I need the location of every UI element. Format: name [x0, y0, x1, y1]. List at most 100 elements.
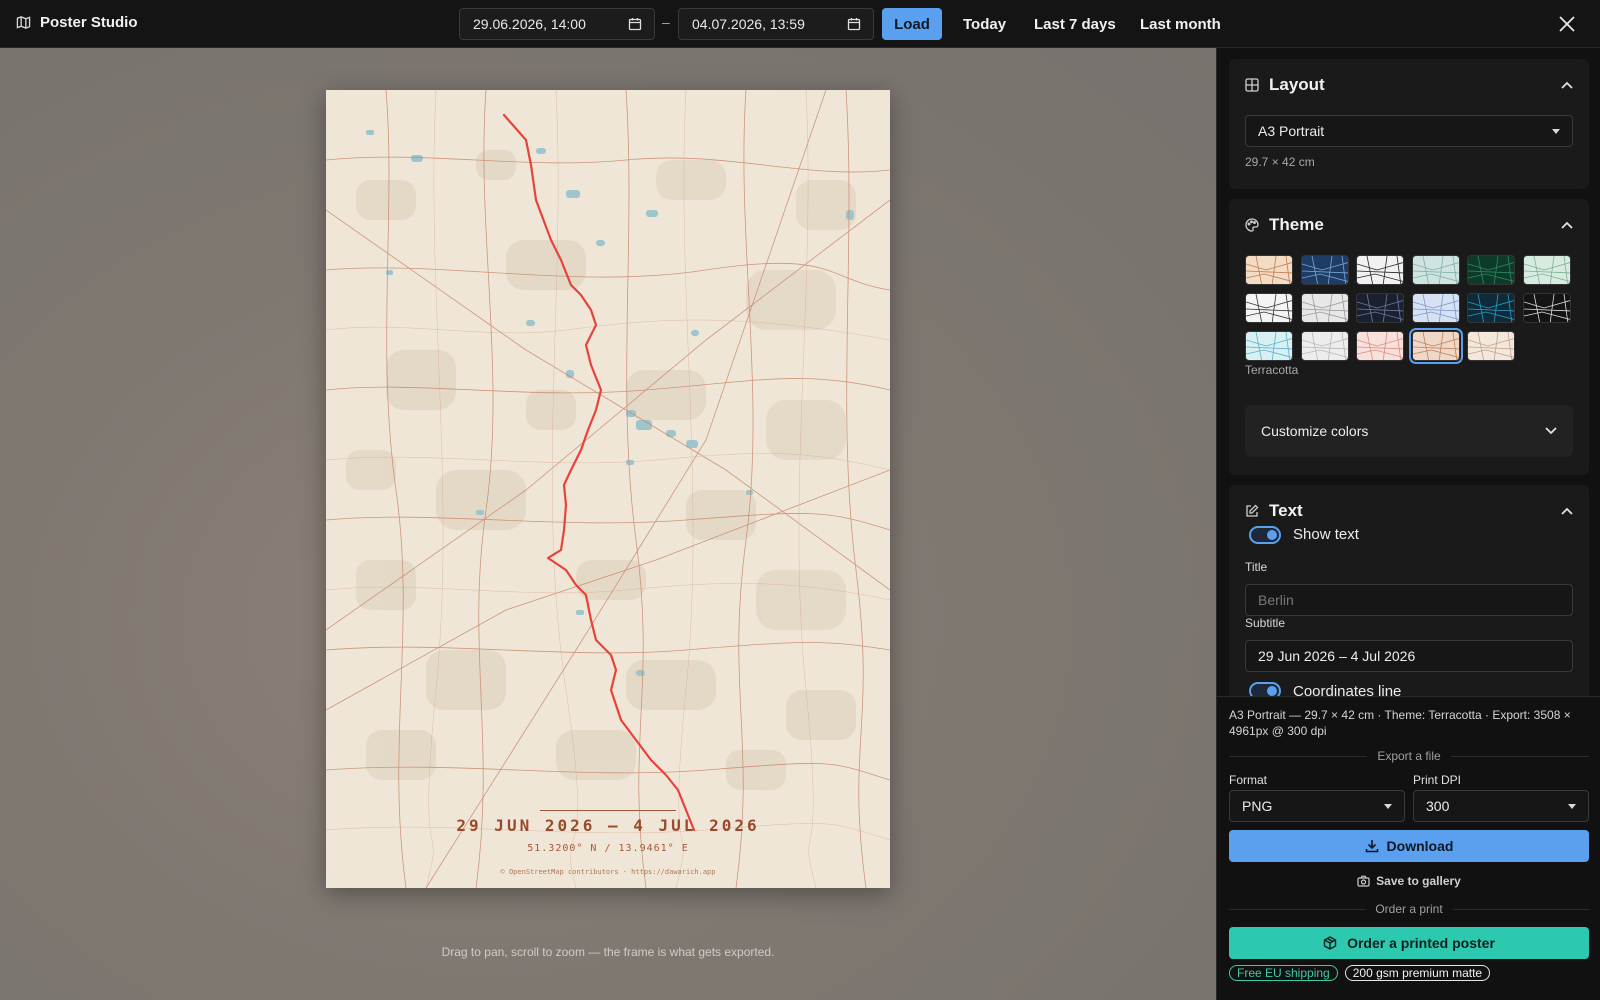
swatch-pattern	[1412, 294, 1459, 322]
camera-icon	[1357, 875, 1370, 887]
order-printed-poster-button[interactable]: Order a printed poster	[1229, 927, 1589, 959]
map-preview	[326, 90, 890, 888]
print-dpi-value: 300	[1426, 798, 1450, 814]
map-icon	[16, 16, 31, 29]
poster-date-line: 29 JUN 2026 – 4 JUL 2026	[456, 816, 760, 835]
swatch-pattern	[1523, 294, 1570, 322]
theme-swatch[interactable]	[1467, 255, 1515, 285]
show-text-toggle[interactable]	[1249, 526, 1281, 544]
chevron-up-icon[interactable]	[1561, 507, 1573, 515]
download-label: Download	[1386, 838, 1454, 854]
title-input[interactable]: Berlin	[1245, 584, 1573, 616]
chevron-up-icon[interactable]	[1561, 221, 1573, 229]
order-printed-poster-label: Order a printed poster	[1347, 935, 1495, 951]
text-panel: Text Show text Title Berlin Subtitle 29 …	[1229, 485, 1589, 696]
print-dpi-select[interactable]: 300	[1413, 790, 1589, 822]
free-shipping-badge: Free EU shipping	[1229, 965, 1338, 981]
paper-quality-badge: 200 gsm premium matte	[1344, 965, 1491, 981]
layout-icon	[1245, 78, 1259, 92]
swatch-pattern	[1357, 294, 1403, 322]
theme-swatch[interactable]	[1300, 293, 1349, 323]
palette-icon	[1245, 218, 1259, 232]
theme-swatch[interactable]	[1356, 255, 1404, 285]
end-date-input[interactable]: 04.07.2026, 13:59	[678, 8, 874, 40]
theme-swatch[interactable]	[1245, 255, 1293, 285]
save-to-gallery-label: Save to gallery	[1376, 874, 1461, 888]
theme-swatch[interactable]	[1356, 331, 1404, 361]
swatch-pattern	[1523, 256, 1570, 284]
theme-swatch[interactable]	[1411, 293, 1460, 323]
layout-select[interactable]: A3 Portrait	[1245, 115, 1573, 147]
swatch-pattern	[1301, 256, 1348, 284]
theme-panel: Theme Terracotta Customize colors	[1229, 199, 1589, 475]
poster-coords-line: 51.3200° N / 13.9461° E	[527, 843, 689, 854]
theme-swatch[interactable]	[1522, 255, 1571, 285]
text-panel-header[interactable]: Text	[1245, 501, 1303, 521]
swatch-pattern	[1412, 256, 1459, 284]
save-to-gallery-button[interactable]: Save to gallery	[1217, 874, 1600, 888]
export-summary: A3 Portrait — 29.7 × 42 cm · Theme: Terr…	[1229, 708, 1571, 738]
layout-dimensions: 29.7 × 42 cm	[1245, 155, 1315, 169]
order-print-section: Order a print	[1229, 902, 1590, 916]
load-button[interactable]: Load	[882, 8, 942, 40]
coordinates-line-toggle[interactable]	[1249, 682, 1281, 696]
theme-panel-header[interactable]: Theme	[1245, 215, 1324, 235]
subtitle-label: Subtitle	[1245, 616, 1286, 630]
order-badges: Free EU shipping 200 gsm premium matte	[1229, 965, 1491, 981]
swatch-pattern	[1468, 294, 1514, 322]
package-icon	[1323, 936, 1337, 950]
swatch-pattern	[1301, 332, 1348, 360]
chevron-up-icon[interactable]	[1561, 81, 1573, 89]
download-button[interactable]: Download	[1229, 830, 1589, 862]
theme-swatch[interactable]	[1300, 255, 1349, 285]
theme-swatch[interactable]	[1411, 255, 1460, 285]
subtitle-input[interactable]: 29 Jun 2026 – 4 Jul 2026	[1245, 640, 1573, 672]
last-7-days-button[interactable]: Last 7 days	[1034, 8, 1116, 40]
customize-colors-toggle[interactable]: Customize colors	[1245, 405, 1573, 457]
format-label: Format	[1229, 773, 1268, 787]
today-button[interactable]: Today	[963, 8, 1006, 40]
print-dpi-label: Print DPI	[1413, 773, 1462, 787]
layout-panel-header[interactable]: Layout	[1245, 75, 1325, 95]
theme-swatch[interactable]	[1408, 328, 1463, 364]
last-month-button[interactable]: Last month	[1140, 8, 1221, 40]
calendar-icon[interactable]	[628, 17, 642, 31]
theme-swatch[interactable]	[1522, 293, 1571, 323]
date-separator: –	[662, 14, 670, 30]
theme-swatch[interactable]	[1245, 293, 1293, 323]
layout-select-value: A3 Portrait	[1258, 123, 1325, 139]
caret-down-icon	[1384, 803, 1392, 809]
swatch-pattern	[1301, 294, 1348, 322]
calendar-icon[interactable]	[847, 17, 861, 31]
theme-swatch[interactable]	[1467, 331, 1515, 361]
sidebar-scroll-area[interactable]: Layout A3 Portrait 29.7 × 42 cm Theme Te…	[1217, 48, 1600, 696]
export-file-section: Export a file	[1229, 749, 1589, 763]
layout-panel-title: Layout	[1269, 75, 1325, 94]
poster-canvas[interactable]: 29 JUN 2026 – 4 JUL 2026 51.3200° N / 13…	[0, 48, 1216, 1000]
theme-swatch[interactable]	[1467, 293, 1515, 323]
swatch-pattern	[1357, 256, 1403, 284]
theme-swatch[interactable]	[1245, 331, 1293, 361]
export-panel: A3 Portrait — 29.7 × 42 cm · Theme: Terr…	[1217, 696, 1600, 1000]
format-select[interactable]: PNG	[1229, 790, 1405, 822]
caret-down-icon	[1552, 128, 1560, 134]
export-file-heading: Export a file	[1377, 749, 1441, 763]
swatch-pattern	[1468, 332, 1514, 360]
theme-swatch[interactable]	[1356, 293, 1404, 323]
format-value: PNG	[1242, 798, 1273, 814]
canvas-hint: Drag to pan, scroll to zoom — the frame …	[441, 945, 775, 959]
theme-swatch[interactable]	[1300, 331, 1349, 361]
show-text-label: Show text	[1293, 526, 1359, 543]
poster-frame[interactable]: 29 JUN 2026 – 4 JUL 2026 51.3200° N / 13…	[326, 90, 890, 888]
start-date-value: 29.06.2026, 14:00	[473, 16, 586, 32]
theme-panel-title: Theme	[1269, 215, 1324, 234]
swatch-pattern	[1246, 332, 1292, 360]
toggle-knob	[1267, 530, 1277, 540]
close-icon[interactable]	[1556, 13, 1578, 35]
swatch-pattern	[1357, 332, 1403, 360]
swatch-pattern	[1246, 256, 1292, 284]
toggle-knob	[1267, 686, 1277, 696]
start-date-input[interactable]: 29.06.2026, 14:00	[459, 8, 655, 40]
route-line	[502, 113, 696, 832]
end-date-value: 04.07.2026, 13:59	[692, 16, 805, 32]
